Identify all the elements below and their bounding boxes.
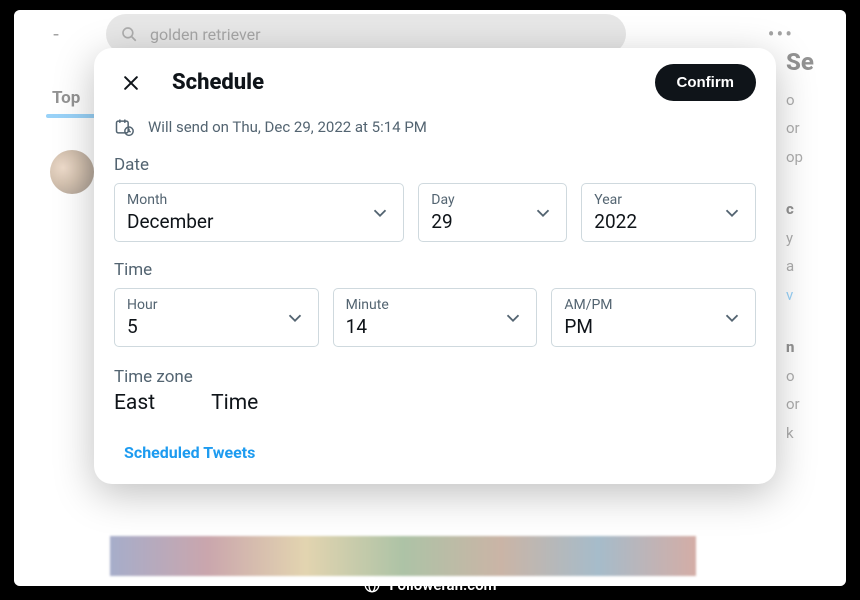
year-label: Year xyxy=(594,192,715,208)
month-label: Month xyxy=(127,192,363,208)
date-section-label: Date xyxy=(94,147,776,181)
ampm-select[interactable]: AM/PM PM xyxy=(551,288,756,347)
hour-label: Hour xyxy=(127,297,278,313)
close-button[interactable] xyxy=(114,66,148,100)
will-send-text: Will send on Thu, Dec 29, 2022 at 5:14 P… xyxy=(148,118,427,136)
day-select[interactable]: Day 29 xyxy=(418,183,567,242)
schedule-calendar-icon xyxy=(114,117,134,137)
modal-title: Schedule xyxy=(172,70,264,95)
ampm-value: PM xyxy=(564,315,715,338)
close-icon xyxy=(121,73,141,93)
time-section-label: Time xyxy=(94,244,776,286)
year-select[interactable]: Year 2022 xyxy=(581,183,756,242)
confirm-button[interactable]: Confirm xyxy=(655,64,757,101)
day-label: Day xyxy=(431,192,526,208)
chevron-down-icon xyxy=(369,202,391,224)
timezone-label: Time zone xyxy=(114,357,756,387)
day-value: 29 xyxy=(431,210,526,233)
month-select[interactable]: Month December xyxy=(114,183,404,242)
year-value: 2022 xyxy=(594,210,715,233)
minute-value: 14 xyxy=(346,315,497,338)
scheduled-tweets-link[interactable]: Scheduled Tweets xyxy=(94,415,275,464)
chevron-down-icon xyxy=(532,202,554,224)
month-value: December xyxy=(127,210,363,233)
chevron-down-icon xyxy=(721,202,743,224)
timezone-value[interactable]: East Time xyxy=(114,391,756,415)
ampm-label: AM/PM xyxy=(564,297,715,313)
hour-select[interactable]: Hour 5 xyxy=(114,288,319,347)
hour-value: 5 xyxy=(127,315,278,338)
chevron-down-icon xyxy=(502,307,524,329)
footer-brand-text: Followeran.com xyxy=(389,576,496,594)
footer-brand: Followeran.com xyxy=(0,570,860,600)
globe-icon xyxy=(363,576,381,594)
schedule-modal: Schedule Confirm Will send on Thu, Dec 2… xyxy=(94,48,776,484)
minute-label: Minute xyxy=(346,297,497,313)
chevron-down-icon xyxy=(284,307,306,329)
chevron-down-icon xyxy=(721,307,743,329)
minute-select[interactable]: Minute 14 xyxy=(333,288,538,347)
